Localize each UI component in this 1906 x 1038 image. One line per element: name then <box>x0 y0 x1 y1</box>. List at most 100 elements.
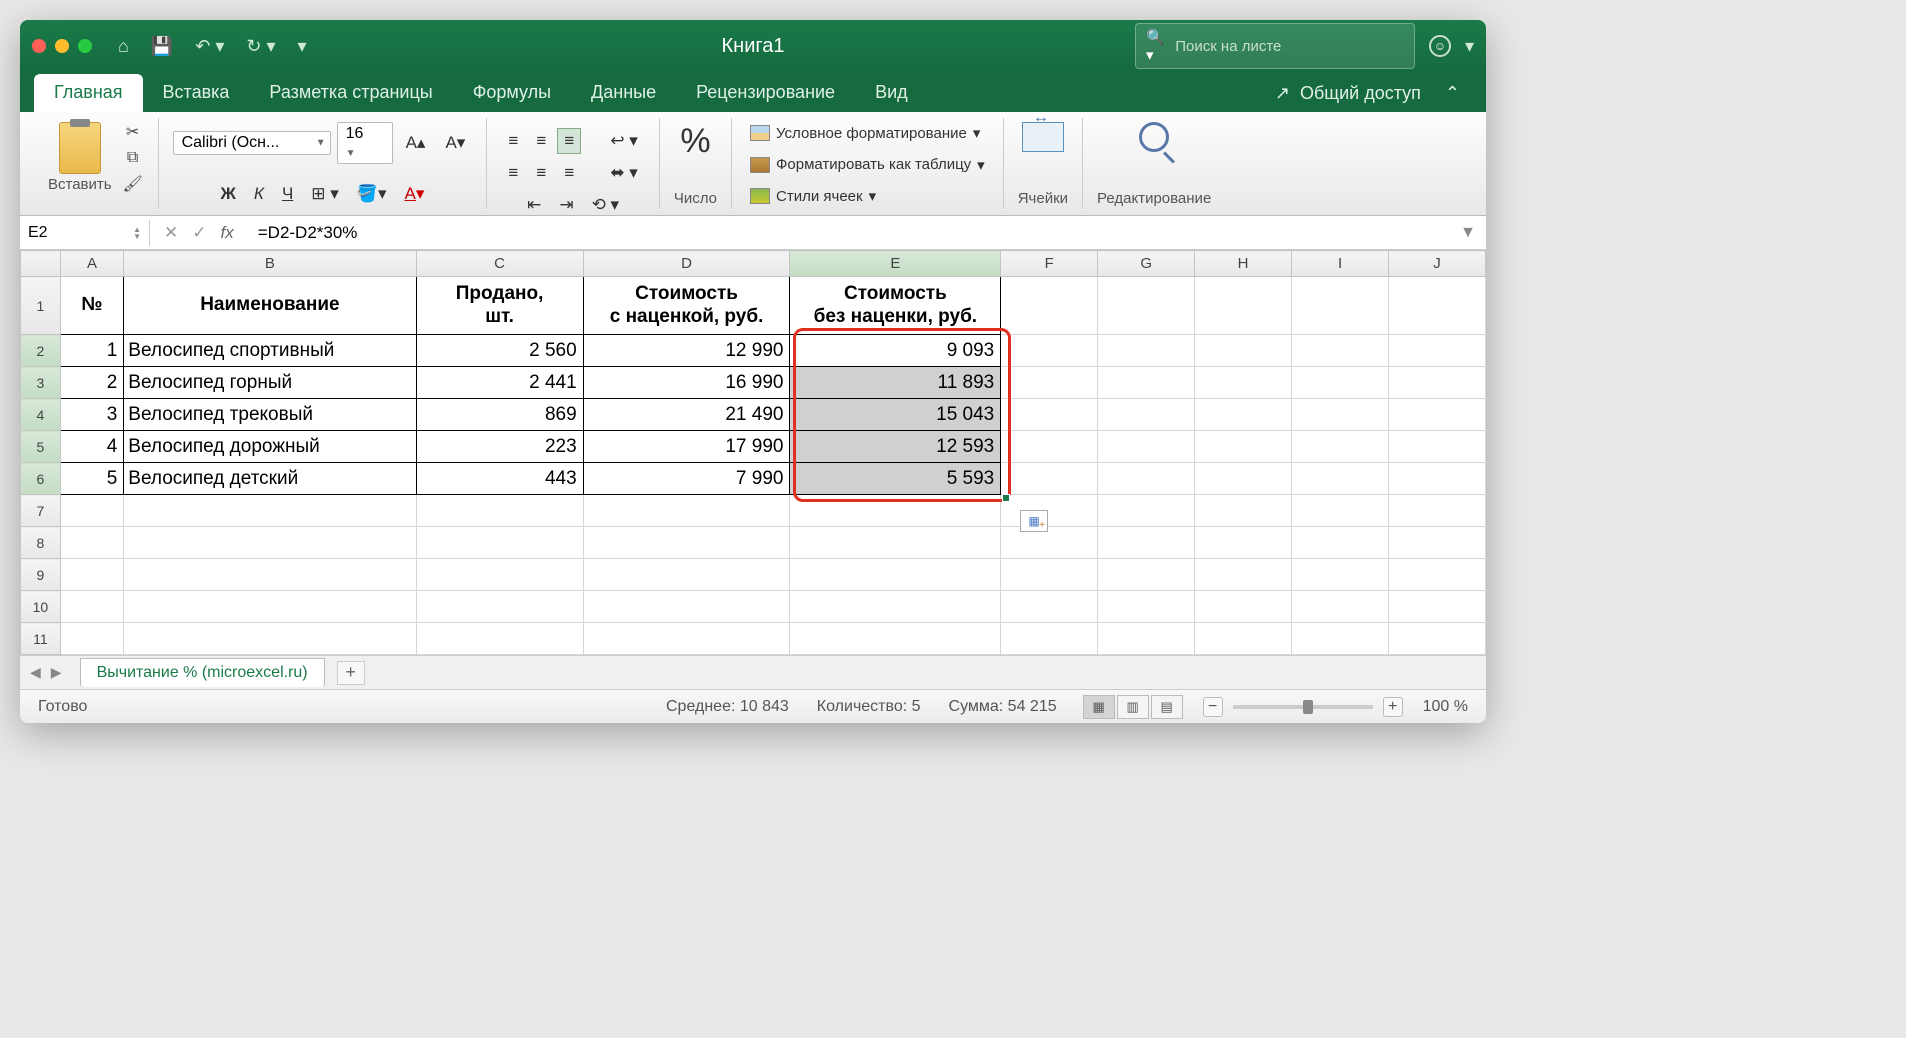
cell[interactable] <box>124 591 416 623</box>
expand-formula-bar-icon[interactable]: ▼ <box>1450 224 1486 242</box>
font-color-button[interactable]: A▾ <box>398 181 432 207</box>
decrease-font-icon[interactable]: A▾ <box>438 130 472 156</box>
cell[interactable]: Стоимостьс наценкой, руб. <box>583 277 790 335</box>
cell[interactable]: 3 <box>60 399 124 431</box>
cancel-formula-icon[interactable]: ✕ <box>164 223 178 243</box>
cell[interactable] <box>1001 495 1098 527</box>
cell[interactable] <box>1292 559 1389 591</box>
cell[interactable]: 2 560 <box>416 335 583 367</box>
copy-icon[interactable]: ⧉ <box>122 148 144 168</box>
cell[interactable]: 15 043 <box>790 399 1001 431</box>
redo-icon[interactable]: ↻ ▾ <box>246 36 275 57</box>
cell[interactable] <box>1001 559 1098 591</box>
cell[interactable] <box>1292 463 1389 495</box>
cell[interactable] <box>790 591 1001 623</box>
name-box[interactable]: E2 ▲▼ <box>20 220 150 246</box>
cell[interactable]: 12 990 <box>583 335 790 367</box>
cell[interactable] <box>1292 335 1389 367</box>
cell[interactable]: 16 990 <box>583 367 790 399</box>
cell[interactable] <box>1292 623 1389 655</box>
cell[interactable] <box>124 559 416 591</box>
cell[interactable] <box>1098 495 1195 527</box>
tab-review[interactable]: Рецензирование <box>676 74 855 112</box>
col-header-a[interactable]: A <box>60 251 124 277</box>
cell[interactable] <box>1388 463 1485 495</box>
home-icon[interactable]: ⌂ <box>118 36 129 57</box>
view-normal-button[interactable]: ▦ <box>1083 695 1115 719</box>
search-input[interactable] <box>1175 38 1404 55</box>
cell[interactable] <box>1195 277 1292 335</box>
share-button[interactable]: ↗ Общий доступ ⌃ <box>1263 75 1472 112</box>
paste-icon[interactable] <box>59 122 101 174</box>
cell[interactable]: 17 990 <box>583 431 790 463</box>
cell[interactable] <box>790 559 1001 591</box>
cell[interactable] <box>790 623 1001 655</box>
cell[interactable] <box>1001 367 1098 399</box>
qat-customize-icon[interactable]: ▾ <box>298 36 307 57</box>
format-as-table-button[interactable]: Форматировать как таблицу ▾ <box>746 154 989 176</box>
cell[interactable] <box>124 623 416 655</box>
underline-button[interactable]: Ч <box>275 181 300 207</box>
cell[interactable] <box>1098 367 1195 399</box>
cell[interactable] <box>1001 399 1098 431</box>
tab-home[interactable]: Главная <box>34 74 143 112</box>
cell[interactable] <box>416 527 583 559</box>
tab-insert[interactable]: Вставка <box>143 74 250 112</box>
cell[interactable] <box>1098 559 1195 591</box>
cell[interactable]: Стоимостьбез наценки, руб. <box>790 277 1001 335</box>
cell[interactable] <box>583 591 790 623</box>
col-header-c[interactable]: C <box>416 251 583 277</box>
cell[interactable] <box>1098 623 1195 655</box>
fill-handle[interactable] <box>1002 494 1010 502</box>
cell[interactable] <box>1388 367 1485 399</box>
save-icon[interactable]: 💾 <box>151 36 173 57</box>
add-sheet-button[interactable]: + <box>337 661 365 685</box>
undo-icon[interactable]: ↶ ▾ <box>195 36 224 57</box>
sheet-tab[interactable]: Вычитание % (microexcel.ru) <box>80 658 325 687</box>
cell[interactable]: 12 593 <box>790 431 1001 463</box>
format-painter-icon[interactable]: 🖌 <box>122 174 144 194</box>
cell[interactable]: 5 <box>60 463 124 495</box>
cell[interactable] <box>1195 463 1292 495</box>
fx-icon[interactable]: fx <box>221 223 234 243</box>
row-header-6[interactable]: 6 <box>21 463 61 495</box>
cell[interactable] <box>1388 527 1485 559</box>
cell[interactable] <box>1292 591 1389 623</box>
cut-icon[interactable]: ✂ <box>122 122 144 142</box>
italic-button[interactable]: К <box>247 181 271 207</box>
namebox-stepper[interactable]: ▲▼ <box>133 226 141 240</box>
col-header-f[interactable]: F <box>1001 251 1098 277</box>
row-header-4[interactable]: 4 <box>21 399 61 431</box>
align-top-icon[interactable]: ≡ <box>501 128 525 154</box>
cell[interactable] <box>1195 559 1292 591</box>
cell[interactable]: Велосипед дорожный <box>124 431 416 463</box>
cell[interactable] <box>124 527 416 559</box>
row-header-2[interactable]: 2 <box>21 335 61 367</box>
zoom-slider[interactable] <box>1233 705 1373 709</box>
tab-formulas[interactable]: Формулы <box>453 74 571 112</box>
cell[interactable]: 1 <box>60 335 124 367</box>
borders-button[interactable]: ⊞ ▾ <box>304 181 346 207</box>
row-header-11[interactable]: 11 <box>21 623 61 655</box>
font-name-select[interactable]: Calibri (Осн...▼ <box>173 131 331 155</box>
cell[interactable] <box>1098 591 1195 623</box>
cell[interactable] <box>60 559 124 591</box>
cell[interactable] <box>416 495 583 527</box>
decrease-indent-icon[interactable]: ⇤ <box>520 192 548 218</box>
cell[interactable] <box>416 559 583 591</box>
close-window[interactable] <box>32 39 46 53</box>
cell[interactable] <box>1388 559 1485 591</box>
cell[interactable] <box>1388 495 1485 527</box>
cell[interactable] <box>60 495 124 527</box>
select-all-corner[interactable] <box>21 251 61 277</box>
align-left-icon[interactable]: ≡ <box>501 160 525 186</box>
col-header-d[interactable]: D <box>583 251 790 277</box>
cell[interactable] <box>790 495 1001 527</box>
row-header-10[interactable]: 10 <box>21 591 61 623</box>
font-size-select[interactable]: 16 ▼ <box>337 122 393 164</box>
row-header-9[interactable]: 9 <box>21 559 61 591</box>
tab-data[interactable]: Данные <box>571 74 676 112</box>
row-header-1[interactable]: 1 <box>21 277 61 335</box>
cell[interactable] <box>60 527 124 559</box>
cell[interactable]: 2 <box>60 367 124 399</box>
